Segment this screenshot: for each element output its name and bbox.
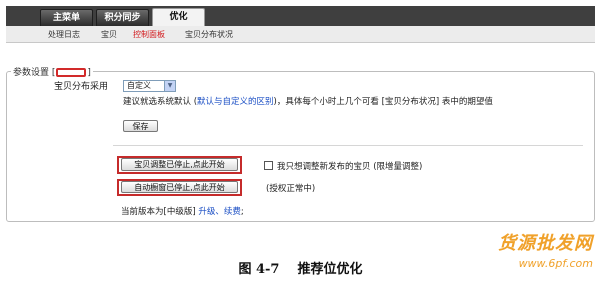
subnav-item-log[interactable]: 处理日志 <box>48 29 80 40</box>
legend-prefix: 参数设置 [ <box>13 68 56 78</box>
subnav-item-distribution[interactable]: 宝贝分布状况 <box>185 29 233 40</box>
figure-caption: 图 4-7 推荐位优化 <box>238 262 363 277</box>
watermark-title: 货源批发网 <box>498 233 593 254</box>
version-info: 当前版本为[中级版] 升级、续费; <box>121 205 244 217</box>
tab-points-sync[interactable]: 积分同步 <box>96 9 149 26</box>
params-fieldset <box>6 71 595 222</box>
hint-suffix: )，具体每个小时上几个可看 [宝贝分布状况] 表中的期望值 <box>273 97 493 107</box>
chevron-down-icon[interactable]: ▼ <box>164 81 175 91</box>
screenshot-panel: 主菜单 积分同步 优化 处理日志 宝贝 控制面板 宝贝分布状况 参数设置 [] … <box>0 0 601 228</box>
distribution-label: 宝贝分布采用 <box>54 82 109 92</box>
top-nav-bar: 主菜单 积分同步 优化 <box>6 6 595 27</box>
new-items-only-checkbox[interactable] <box>264 161 273 170</box>
start-auto-window-button[interactable]: 自动橱窗已停止,点此开始 <box>121 181 238 193</box>
auth-status: (授权正常中) <box>266 184 316 194</box>
legend-suffix: ] <box>87 68 91 78</box>
subnav-item-items[interactable]: 宝贝 <box>101 29 117 40</box>
params-legend: 参数设置 [] <box>11 65 93 78</box>
subnav-item-control-panel[interactable]: 控制面板 <box>133 29 165 40</box>
start-adjust-button[interactable]: 宝贝调整已停止,点此开始 <box>121 158 238 171</box>
version-prefix: 当前版本为[中级版] <box>121 207 196 217</box>
upgrade-renew-link[interactable]: 升级、续费 <box>198 207 241 217</box>
hint-prefix: 建议就选系统默认 ( <box>123 97 198 107</box>
divider <box>113 145 583 146</box>
default-vs-custom-link[interactable]: 默认与自定义的区别 <box>197 97 274 107</box>
tab-main-menu[interactable]: 主菜单 <box>40 9 93 26</box>
save-button[interactable]: 保存 <box>123 120 158 132</box>
sub-nav: 处理日志 宝贝 控制面板 宝贝分布状况 <box>6 26 595 43</box>
tab-optimize[interactable]: 优化 <box>152 8 205 27</box>
legend-highlight-box <box>56 68 87 77</box>
version-suffix: ; <box>240 207 244 217</box>
distribution-select[interactable]: 自定义 ▼ <box>123 80 176 92</box>
distribution-select-value: 自定义 <box>127 81 151 90</box>
new-items-only-label: 我只想调整新发布的宝贝 (限增量调整) <box>277 162 423 172</box>
hint-text: 建议就选系统默认 (默认与自定义的区别)，具体每个小时上几个可看 [宝贝分布状况… <box>123 95 493 107</box>
